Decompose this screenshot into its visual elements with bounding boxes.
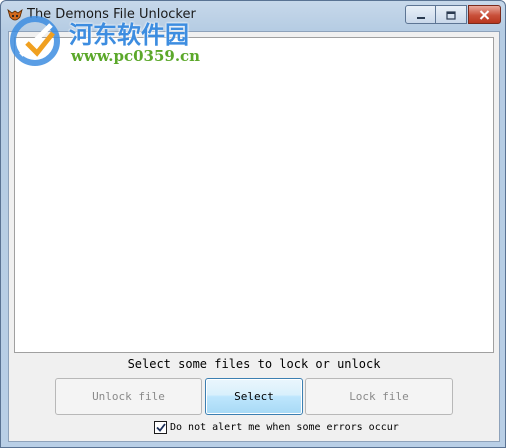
status-text: Select some files to lock or unlock [127,357,381,371]
watermark: 河东软件园 www.pc0359.cn [7,11,207,69]
client-area: Select some files to lock or unlock Unlo… [8,31,500,442]
unlock-file-button[interactable]: Unlock file [55,378,202,415]
watermark-url: www.pc0359.cn [71,47,201,65]
minimize-button[interactable] [405,5,436,24]
lock-file-button[interactable]: Lock file [305,378,453,415]
maximize-button[interactable] [436,5,467,24]
app-window: The Demons File Unlocker Select some fil… [0,0,506,448]
close-button[interactable] [468,5,501,24]
minimize-icon [416,5,426,24]
close-icon [479,5,490,24]
checkmark-icon [155,422,166,432]
do-not-alert-checkbox[interactable] [154,420,167,434]
watermark-title: 河东软件园 [69,20,189,49]
maximize-icon [446,5,456,24]
select-button[interactable]: Select [205,378,303,415]
do-not-alert-label: Do not alert me when some errors occur [170,421,399,433]
do-not-alert-option[interactable]: Do not alert me when some errors occur [154,419,399,435]
watermark-logo-icon [7,13,65,71]
file-list[interactable] [14,37,494,353]
